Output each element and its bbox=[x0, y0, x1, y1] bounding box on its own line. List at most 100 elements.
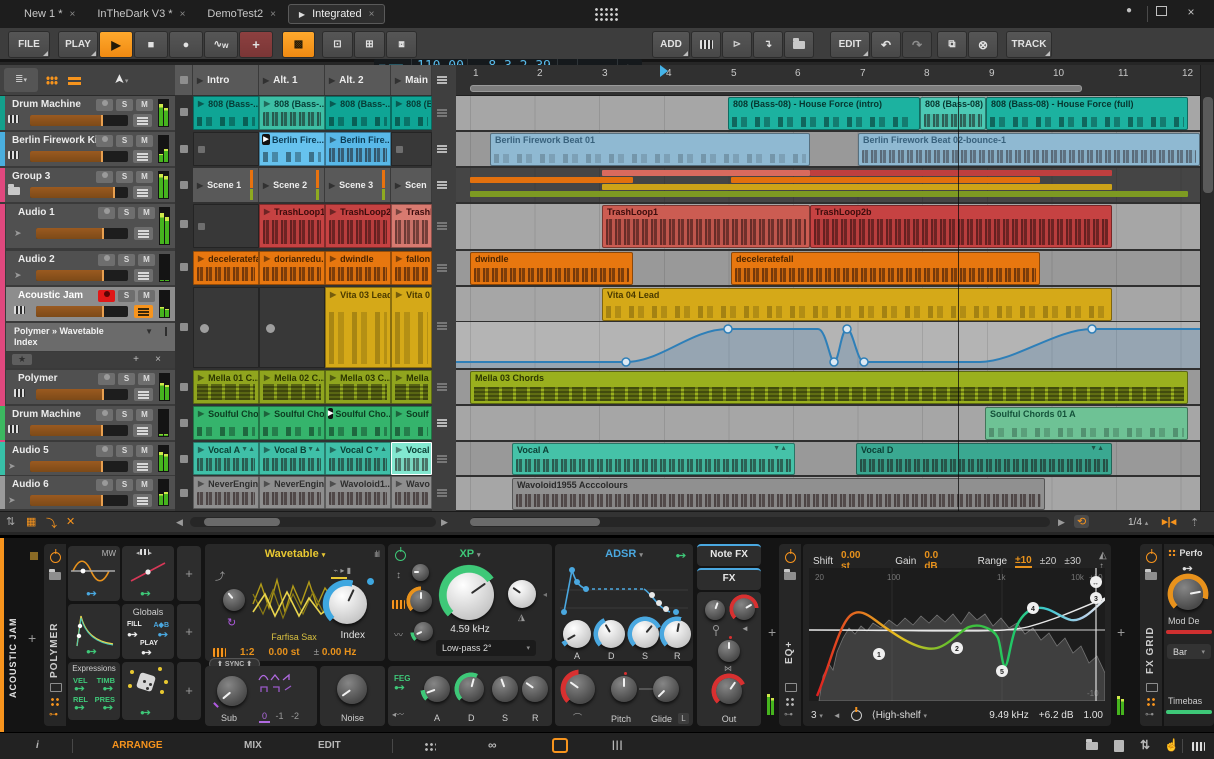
track-options-icon[interactable] bbox=[435, 262, 452, 274]
link-icon[interactable]: ∞ bbox=[488, 738, 497, 752]
playhead-marker[interactable] bbox=[660, 65, 668, 77]
cursor-tool-icon[interactable]: ➤▾ bbox=[111, 71, 128, 87]
launcher-clip-playing[interactable]: ▶ Berlin Fire... bbox=[259, 132, 325, 166]
launcher-slot-empty[interactable] bbox=[193, 204, 259, 248]
track-name[interactable]: Drum Machine bbox=[12, 409, 81, 420]
velocity-knob[interactable] bbox=[705, 600, 725, 620]
track-options-icon[interactable] bbox=[435, 320, 452, 332]
ab-label[interactable]: A◆B bbox=[154, 621, 170, 629]
edit-tab[interactable]: EDIT bbox=[318, 740, 341, 751]
mute-button[interactable]: M bbox=[136, 445, 153, 457]
arranger-clip[interactable]: Berlin Firework Beat 02-bounce-1 bbox=[858, 133, 1200, 166]
arm-button[interactable] bbox=[96, 135, 113, 147]
launcher-clip[interactable]: ▶ 808 (B bbox=[391, 96, 432, 130]
launcher-clip[interactable]: ▶ Mella 03 C... bbox=[325, 370, 391, 404]
volume-fader[interactable] bbox=[30, 425, 128, 436]
feg-sustain-knob[interactable] bbox=[492, 676, 518, 702]
feg-release-knob[interactable] bbox=[522, 676, 548, 702]
scroll-left-icon[interactable]: ◀ bbox=[176, 517, 183, 528]
volume-fader[interactable] bbox=[36, 270, 128, 281]
mod-depth-knob[interactable] bbox=[1167, 573, 1209, 615]
device-power-icon[interactable] bbox=[1146, 552, 1157, 563]
oscilloscope-icon[interactable]: ılıl bbox=[374, 549, 380, 559]
volume-fader[interactable] bbox=[30, 151, 128, 162]
device-grid-icon[interactable] bbox=[50, 697, 61, 706]
mute-button[interactable]: M bbox=[138, 207, 155, 219]
noise-level-knob[interactable] bbox=[337, 674, 367, 704]
mod-route-icon[interactable]: ●➔ bbox=[140, 589, 151, 598]
virtual-keyboard-icon[interactable] bbox=[1192, 742, 1205, 751]
launcher-clip[interactable]: ▶ Wavoloid1... bbox=[325, 476, 391, 509]
track-name[interactable]: Polymer bbox=[18, 373, 57, 384]
pitch-knob[interactable] bbox=[611, 672, 637, 702]
scene-cell[interactable]: ▶ Scene 3 bbox=[325, 168, 391, 202]
solo-button[interactable]: S bbox=[116, 135, 133, 147]
filter-resonance-knob[interactable] bbox=[508, 580, 536, 608]
mute-button[interactable]: M bbox=[138, 290, 155, 302]
modulator-expressions[interactable]: Expressions VEL TIMB ●➔ ●➔ REL PRES ●➔ ●… bbox=[68, 662, 120, 720]
scrollbar-handle[interactable] bbox=[1203, 97, 1213, 193]
track-button[interactable]: TRACK bbox=[1006, 31, 1052, 58]
window-close-icon[interactable]: × bbox=[1182, 5, 1200, 19]
delete-icon[interactable]: ⊗ bbox=[968, 31, 998, 58]
device-grid-icon[interactable] bbox=[1146, 697, 1157, 706]
stop-clip-button[interactable] bbox=[180, 489, 188, 497]
pin-icon[interactable] bbox=[165, 327, 167, 336]
arranger-clip[interactable]: Vocal D ▼▲ bbox=[856, 443, 1112, 475]
device-preset-icon[interactable] bbox=[1145, 569, 1157, 580]
launcher-clip[interactable]: ▶ Vocal C ▼▲ bbox=[325, 442, 391, 475]
track-name[interactable]: Berlin Firework Kit bbox=[12, 135, 101, 146]
modulator-keytrack[interactable]: ◂ ▸ ●➔ bbox=[122, 546, 174, 601]
arm-button[interactable] bbox=[96, 171, 113, 183]
launcher-clip[interactable]: ▶ fallon bbox=[391, 251, 432, 285]
modulator-lfo[interactable]: MW ●➔ bbox=[68, 546, 120, 601]
info-icon[interactable]: i bbox=[36, 740, 39, 751]
volume-fader[interactable] bbox=[30, 187, 128, 198]
io-swap-icon[interactable]: ⇅ bbox=[1140, 738, 1150, 752]
level-knob[interactable] bbox=[729, 594, 759, 624]
launcher-grid-icon[interactable] bbox=[46, 76, 58, 85]
vertical-scrollbar[interactable] bbox=[1200, 65, 1214, 511]
device-name-label[interactable]: POLYMER bbox=[49, 598, 60, 678]
window-status-icon[interactable]: ● bbox=[1120, 5, 1138, 16]
bar-dropdown[interactable]: Bar ▾ bbox=[1167, 644, 1211, 659]
arm-button[interactable] bbox=[96, 99, 113, 111]
osc-type-select[interactable]: Wavetable ▾ bbox=[205, 544, 385, 560]
project-tab[interactable]: DemoTest2 × bbox=[197, 5, 285, 23]
arm-button[interactable] bbox=[98, 207, 115, 219]
amp-attack-knob[interactable] bbox=[559, 616, 595, 652]
track-name[interactable]: Group 3 bbox=[12, 171, 50, 182]
chevron-down-icon[interactable]: ▼ bbox=[145, 327, 153, 336]
range-30-option[interactable]: ±30 bbox=[1064, 556, 1081, 567]
track-name[interactable]: Audio 6 bbox=[12, 479, 49, 490]
solo-button[interactable]: S bbox=[118, 290, 135, 302]
solo-button[interactable]: S bbox=[116, 445, 133, 457]
tab-close-icon[interactable]: × bbox=[369, 9, 375, 20]
arrange-tab[interactable]: ARRANGE bbox=[112, 740, 163, 751]
track-row[interactable]: Berlin Firework Kit S M bbox=[0, 132, 175, 166]
track-options-icon[interactable] bbox=[435, 453, 452, 465]
mod-route-icon[interactable]: ●➔ bbox=[1182, 564, 1193, 573]
mute-button[interactable]: M bbox=[136, 479, 153, 491]
filter-power-icon[interactable] bbox=[395, 550, 406, 561]
add-lane-icon[interactable]: + bbox=[133, 354, 139, 365]
add-effect-track-icon[interactable]: ↴ bbox=[753, 31, 783, 58]
launcher-clip[interactable]: ▶TrashLoop2b bbox=[325, 204, 391, 248]
arranger-timeline[interactable]: 808 (Bass-08) - House Force (intro) 808 … bbox=[456, 96, 1200, 511]
project-tab[interactable]: New 1 * × bbox=[14, 5, 85, 23]
launcher-clip[interactable]: ▶Soulful Cho... bbox=[259, 406, 325, 440]
redo-icon[interactable]: ↷ bbox=[902, 31, 932, 58]
solo-button[interactable]: S bbox=[118, 373, 135, 385]
amp-sustain-knob[interactable] bbox=[627, 616, 663, 652]
scene-header[interactable]: ▶ Alt. 1 bbox=[259, 65, 325, 95]
filter-mode-dropdown[interactable]: Low-pass 2° ▾ bbox=[436, 640, 536, 656]
band-gain-value[interactable]: +6.2 dB bbox=[1039, 710, 1074, 721]
groove-button[interactable]: ▩ bbox=[282, 31, 315, 58]
track-menu-button[interactable] bbox=[134, 227, 153, 240]
automation-lane-header[interactable]: Polymer » Wavetable Index ▼ bbox=[6, 323, 175, 351]
mod-route-icon[interactable]: ●➔ bbox=[74, 703, 85, 712]
track-options-icon[interactable] bbox=[435, 487, 452, 499]
launcher-clip[interactable]: ▶ Wavo bbox=[391, 476, 432, 509]
track-row[interactable]: Audio 1 S M ➤ bbox=[6, 204, 175, 248]
add-group-track-icon[interactable] bbox=[784, 31, 814, 58]
